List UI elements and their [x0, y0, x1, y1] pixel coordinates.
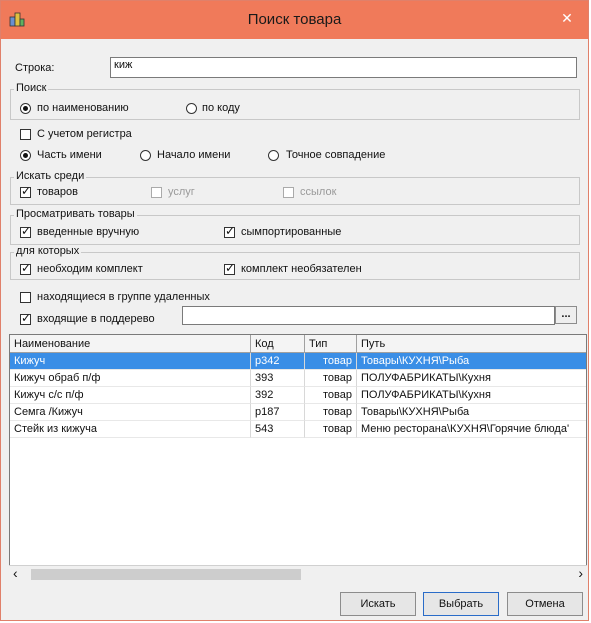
- cancel-button[interactable]: Отмена: [507, 592, 583, 616]
- cell-path: Меню ресторана\КУХНЯ\Горячие блюда': [357, 421, 586, 438]
- radio-part-name-label: Часть имени: [37, 149, 102, 161]
- cell-code: 543: [251, 421, 305, 438]
- search-mode-legend: Поиск: [14, 82, 49, 94]
- cell-name: Кижуч с/с п/ф: [10, 387, 251, 404]
- col-header-type[interactable]: Тип: [305, 335, 357, 353]
- view-goods-legend: Просматривать товары: [14, 208, 137, 220]
- radio-by-name-label: по наименованию: [37, 102, 129, 114]
- radio-by-code[interactable]: [186, 103, 197, 114]
- subtree-input[interactable]: [182, 306, 555, 325]
- search-button[interactable]: Искать: [340, 592, 416, 616]
- table-row[interactable]: Кижуч с/с п/ф 392 товар ПОЛУФАБРИКАТЫ\Ку…: [10, 387, 586, 404]
- browse-button[interactable]: ...: [555, 306, 577, 324]
- subtree-label: входящие в поддерево: [37, 313, 155, 325]
- search-among-legend: Искать среди: [14, 170, 87, 182]
- cell-code: р342: [251, 353, 305, 370]
- table-row[interactable]: Кижуч р342 товар Товары\КУХНЯ\Рыба: [10, 353, 586, 370]
- cell-name: Семга /Кижуч: [10, 404, 251, 421]
- table-row[interactable]: Семга /Кижуч р187 товар Товары\КУХНЯ\Рыб…: [10, 404, 586, 421]
- search-input[interactable]: киж: [110, 57, 577, 78]
- manual-checkbox[interactable]: [20, 224, 31, 238]
- col-header-name[interactable]: Наименование: [10, 335, 251, 353]
- cell-path: Товары\КУХНЯ\Рыба: [357, 404, 586, 421]
- window-title: Поиск товара: [247, 11, 342, 28]
- col-header-path[interactable]: Путь: [357, 335, 586, 353]
- cell-path: Товары\КУХНЯ\Рыба: [357, 353, 586, 370]
- kit-optional-checkbox[interactable]: [224, 261, 235, 275]
- kit-optional-label: комплект необязателен: [241, 263, 362, 275]
- case-sensitive-label: С учетом регистра: [37, 128, 132, 140]
- cell-name: Кижуч обраб п/ф: [10, 370, 251, 387]
- goods-label: товаров: [37, 186, 78, 198]
- scroll-right-icon[interactable]: ›: [578, 566, 583, 581]
- radio-exact-match-label: Точное совпадение: [286, 149, 386, 161]
- title-bar: Поиск товара ✕: [1, 1, 588, 39]
- close-icon[interactable]: ✕: [554, 7, 580, 29]
- cell-name: Кижуч: [10, 353, 251, 370]
- cell-path: ПОЛУФАБРИКАТЫ\Кухня: [357, 370, 586, 387]
- kit-required-checkbox[interactable]: [20, 261, 31, 275]
- cell-name: Стейк из кижуча: [10, 421, 251, 438]
- cell-type: товар: [305, 370, 357, 387]
- col-header-code[interactable]: Код: [251, 335, 305, 353]
- services-label: услуг: [168, 186, 195, 198]
- goods-checkbox[interactable]: [20, 184, 31, 198]
- cell-type: товар: [305, 387, 357, 404]
- cell-type: товар: [305, 353, 357, 370]
- search-label: Строка:: [15, 62, 55, 74]
- imported-checkbox[interactable]: [224, 224, 235, 238]
- search-goods-dialog: Поиск товара ✕ Строка: киж Поиск по наим…: [0, 0, 589, 621]
- select-button[interactable]: Выбрать: [423, 592, 499, 616]
- horizontal-scrollbar[interactable]: ‹ ›: [9, 565, 587, 582]
- radio-start-name-label: Начало имени: [157, 149, 231, 161]
- links-checkbox[interactable]: [283, 187, 294, 198]
- for-which-legend: для которых: [14, 245, 82, 257]
- services-checkbox[interactable]: [151, 187, 162, 198]
- deleted-group-checkbox[interactable]: [20, 292, 31, 303]
- cell-type: товар: [305, 421, 357, 438]
- radio-start-name[interactable]: [140, 150, 151, 161]
- manual-label: введенные вручную: [37, 226, 140, 238]
- case-sensitive-checkbox[interactable]: [20, 129, 31, 140]
- table-row[interactable]: Кижуч обраб п/ф 393 товар ПОЛУФАБРИКАТЫ\…: [10, 370, 586, 387]
- links-label: ссылок: [300, 186, 337, 198]
- subtree-checkbox[interactable]: [20, 311, 31, 325]
- cell-code: р187: [251, 404, 305, 421]
- radio-by-code-label: по коду: [202, 102, 240, 114]
- cell-code: 392: [251, 387, 305, 404]
- scroll-thumb[interactable]: [31, 569, 301, 580]
- scroll-left-icon[interactable]: ‹: [13, 566, 18, 581]
- kit-required-label: необходим комплект: [37, 263, 143, 275]
- results-table: Наименование Код Тип Путь Кижуч р342 тов…: [9, 334, 587, 582]
- radio-part-name[interactable]: [20, 150, 31, 161]
- cell-type: товар: [305, 404, 357, 421]
- search-among-group: [10, 177, 580, 205]
- deleted-group-label: находящиеся в группе удаленных: [37, 291, 210, 303]
- cell-code: 393: [251, 370, 305, 387]
- table-row[interactable]: Стейк из кижуча 543 товар Меню ресторана…: [10, 421, 586, 438]
- cell-path: ПОЛУФАБРИКАТЫ\Кухня: [357, 387, 586, 404]
- radio-exact-match[interactable]: [268, 150, 279, 161]
- radio-by-name[interactable]: [20, 103, 31, 114]
- imported-label: сымпортированные: [241, 226, 342, 238]
